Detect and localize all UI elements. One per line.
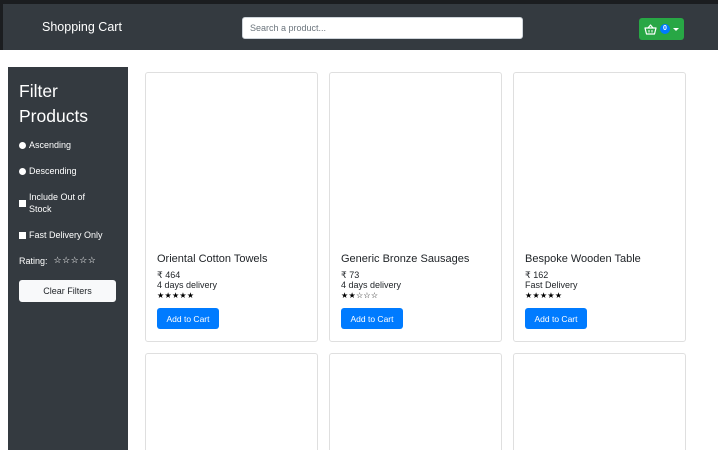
add-to-cart-button[interactable]: Add to Cart bbox=[157, 308, 219, 329]
product-card: Generic Bronze Sausages ₹ 73 4 days deli… bbox=[329, 72, 502, 342]
product-rating-stars: ★★☆☆☆ bbox=[341, 291, 379, 300]
filter-sidebar: Filter Products Ascending Descending Inc… bbox=[8, 67, 128, 450]
cart-count-badge: 0 bbox=[660, 24, 670, 34]
product-name: Oriental Cotton Towels bbox=[157, 253, 268, 265]
clear-filters-button[interactable]: Clear Filters bbox=[19, 280, 116, 302]
rating-stars-input[interactable]: ☆☆☆☆☆ bbox=[54, 255, 97, 266]
fast-delivery-option[interactable]: Fast Delivery Only bbox=[19, 229, 117, 241]
product-delivery: 4 days delivery bbox=[157, 280, 218, 290]
sort-descending-label: Descending bbox=[29, 166, 77, 176]
product-name: Bespoke Wooden Table bbox=[525, 253, 641, 265]
product-card-partial bbox=[513, 353, 686, 450]
navbar: Shopping Cart 0 bbox=[0, 4, 718, 50]
include-out-of-stock-line1: Include Out of bbox=[29, 192, 86, 202]
include-out-of-stock-line2: Stock bbox=[29, 204, 52, 214]
rating-filter: Rating: ☆☆☆☆☆ bbox=[19, 255, 117, 266]
sort-ascending-option[interactable]: Ascending bbox=[19, 139, 117, 151]
product-card: Bespoke Wooden Table ₹ 162 Fast Delivery… bbox=[513, 72, 686, 342]
checkbox[interactable] bbox=[19, 231, 26, 239]
sort-ascending-label: Ascending bbox=[29, 140, 72, 150]
basket-icon bbox=[644, 23, 657, 35]
app-window: Shopping Cart 0 Filter Products Ascendin… bbox=[0, 0, 718, 450]
sidebar-title: Filter Products bbox=[19, 79, 117, 129]
checkbox[interactable] bbox=[19, 199, 26, 207]
rating-label: Rating: bbox=[19, 255, 48, 266]
product-rating-stars: ★★★★★ bbox=[525, 291, 563, 300]
fast-delivery-label: Fast Delivery Only bbox=[29, 230, 103, 240]
sort-descending-option[interactable]: Descending bbox=[19, 165, 117, 177]
brand-link[interactable]: Shopping Cart bbox=[42, 20, 122, 34]
product-card: Oriental Cotton Towels ₹ 464 4 days deli… bbox=[145, 72, 318, 342]
product-delivery: Fast Delivery bbox=[525, 280, 578, 290]
sidebar-title-line2: Products bbox=[19, 106, 89, 126]
product-rating-stars: ★★★★★ bbox=[157, 291, 195, 300]
product-name: Generic Bronze Sausages bbox=[341, 253, 470, 265]
add-to-cart-button[interactable]: Add to Cart bbox=[525, 308, 587, 329]
search-input[interactable] bbox=[242, 17, 523, 39]
sidebar-title-line1: Filter bbox=[19, 81, 58, 101]
product-card-partial bbox=[329, 353, 502, 450]
cart-dropdown-button[interactable]: 0 bbox=[639, 18, 684, 40]
product-delivery: 4 days delivery bbox=[341, 280, 402, 290]
include-out-of-stock-option[interactable]: Include Out of Stock bbox=[19, 191, 117, 215]
include-out-of-stock-label: Include Out of Stock bbox=[29, 191, 85, 215]
product-card-partial bbox=[145, 353, 318, 450]
add-to-cart-button[interactable]: Add to Cart bbox=[341, 308, 403, 329]
radio-button[interactable] bbox=[19, 167, 26, 175]
chevron-down-icon bbox=[672, 27, 679, 31]
radio-button[interactable] bbox=[19, 141, 26, 149]
